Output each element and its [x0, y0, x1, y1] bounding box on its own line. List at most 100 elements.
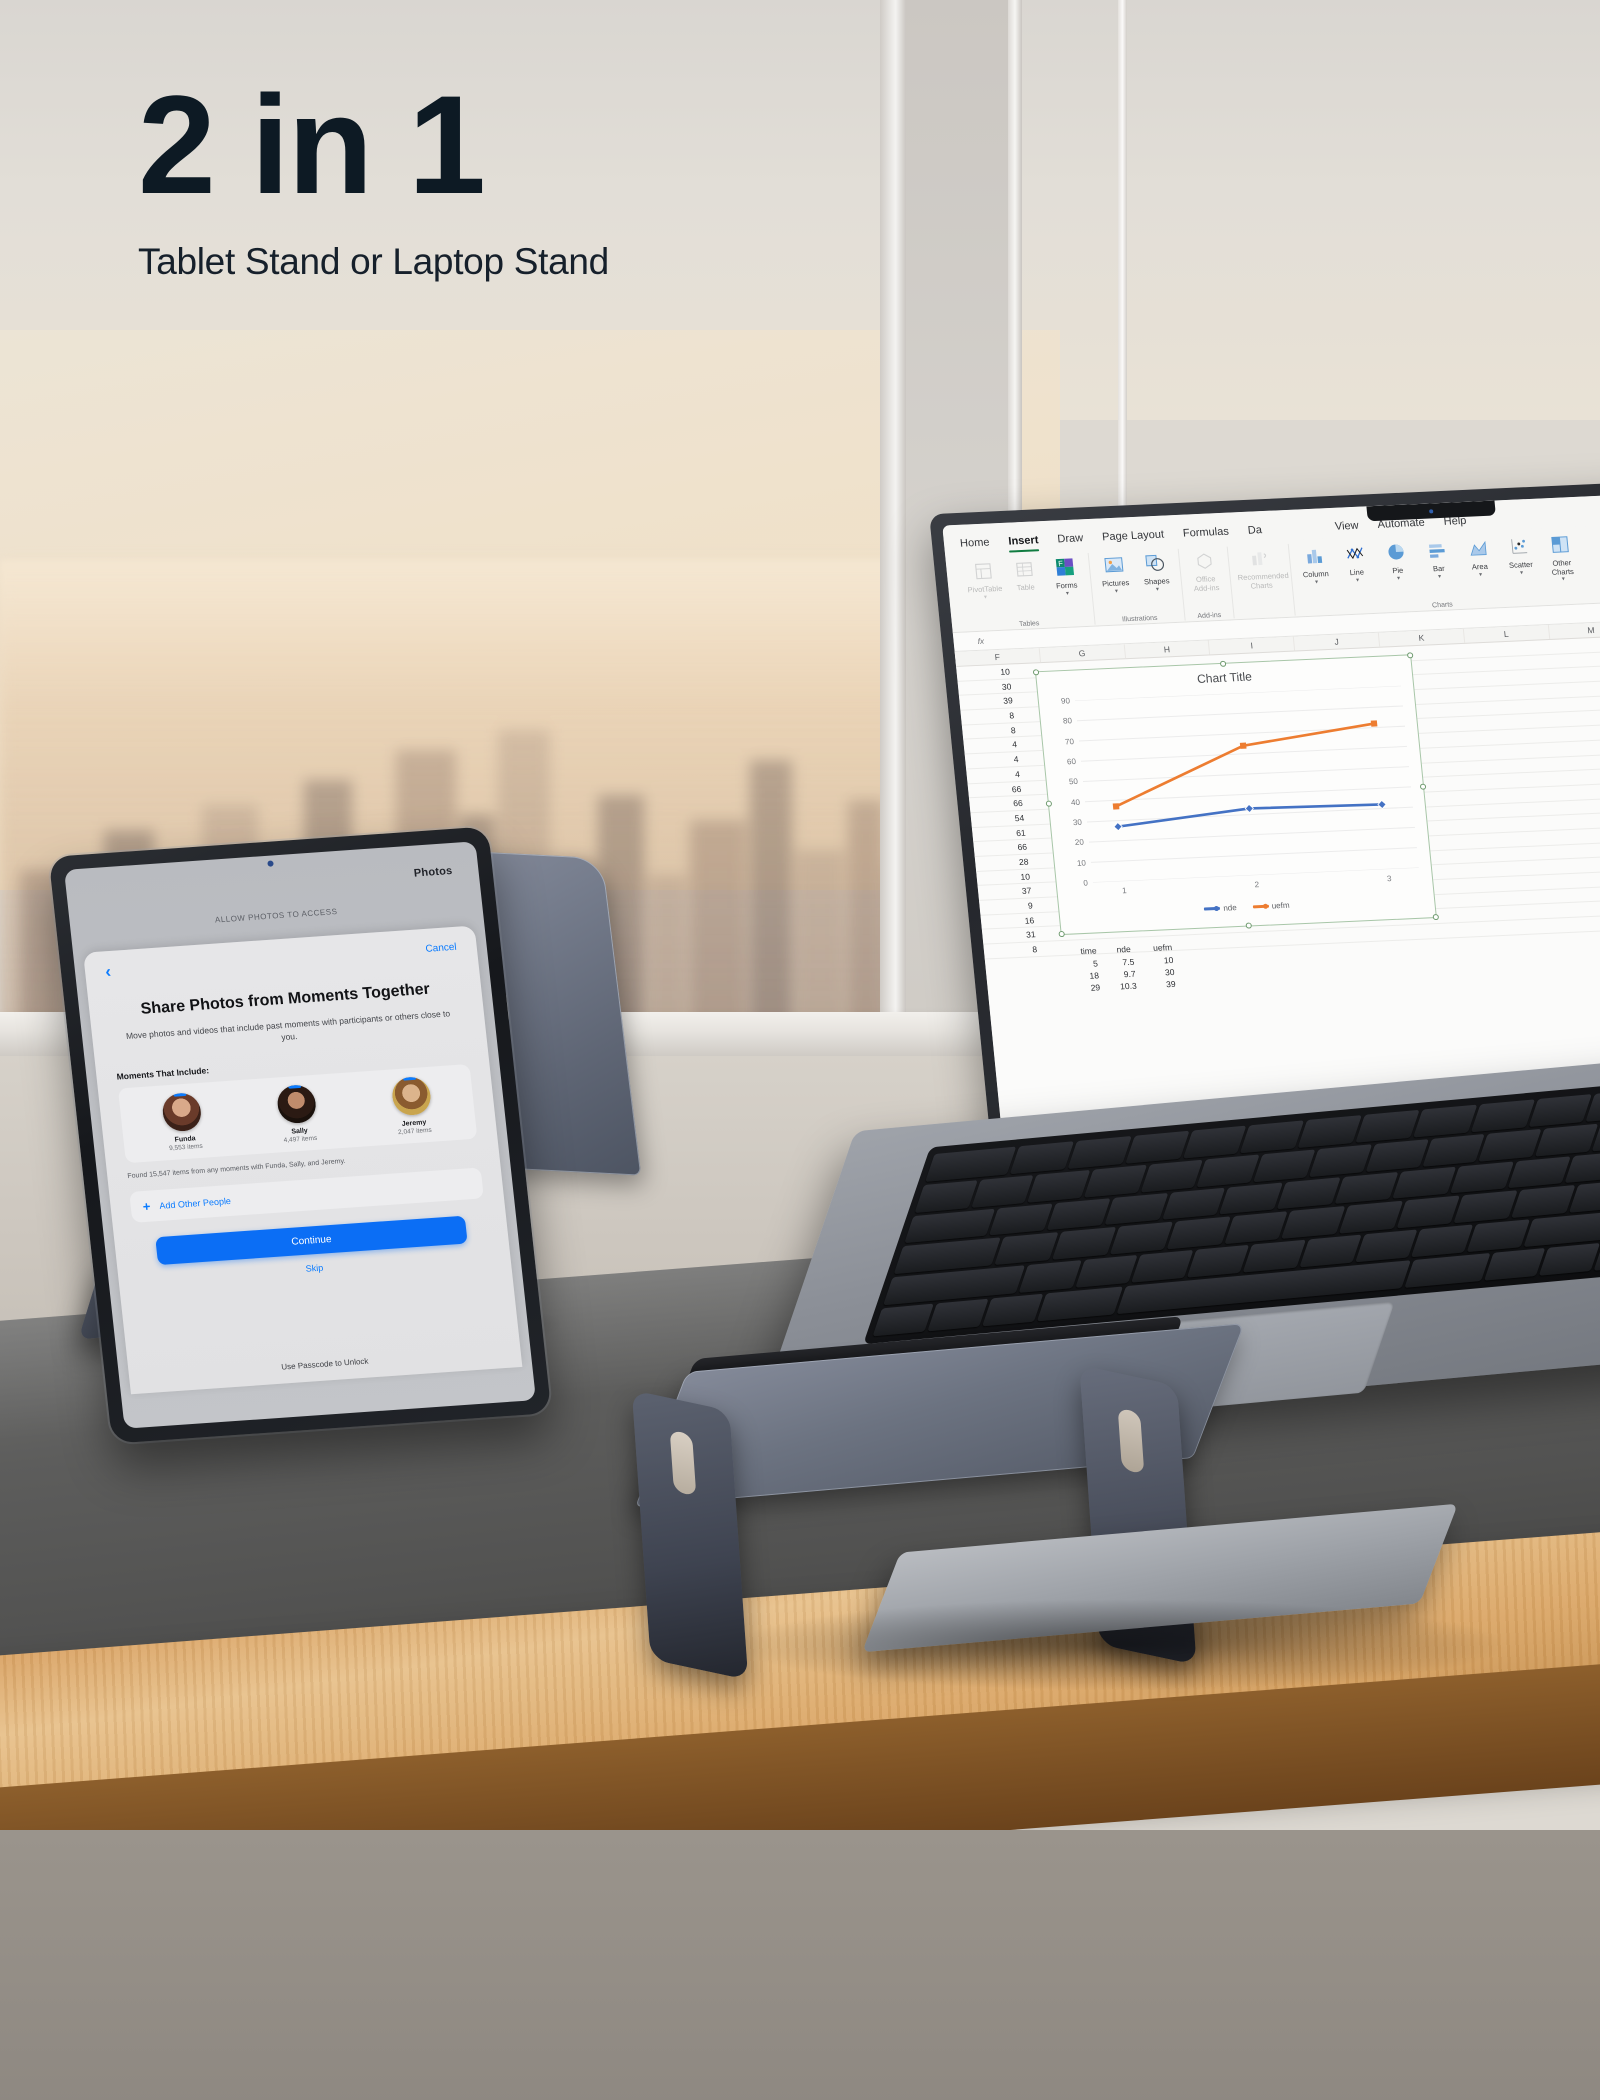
table-icon [1006, 555, 1043, 582]
y-axis-tick: 30 [1072, 817, 1083, 828]
forms-button[interactable]: F Forms ▾ [1047, 553, 1085, 597]
cell[interactable]: 8 [983, 942, 1046, 958]
wall-under-desk [0, 1830, 1600, 2100]
add-other-people-label: Add Other People [158, 1195, 232, 1211]
avatar [390, 1075, 433, 1117]
tab-draw[interactable]: Draw [1057, 532, 1084, 550]
pictures-label: Pictures [1101, 578, 1130, 589]
cell[interactable]: 39 [959, 693, 1022, 709]
legend-item-uefm[interactable]: uefm [1252, 901, 1290, 912]
tablet-screen: Photos ALLOW PHOTOS TO ACCESS ‹ Cancel S… [64, 841, 536, 1429]
x-axis-tick: 1 [1121, 886, 1127, 896]
legend-item-nde[interactable]: nde [1204, 903, 1237, 913]
ribbon-group-charts: Column ▾ Line ▾ Pie ▾ Bar ▾ Area ▾ Scatt… [1289, 531, 1590, 616]
pictures-button[interactable]: Pictures ▾ [1096, 551, 1134, 595]
chevron-left-icon[interactable]: ‹ [104, 962, 112, 981]
cell[interactable]: 39 [1152, 977, 1192, 991]
laptop-lid: Home Insert Draw Page Layout Formulas Da… [929, 468, 1600, 1142]
person-item[interactable]: Sally 4,497 items [265, 1083, 331, 1145]
excel-workspace: F G H I J K L M N O 10303988444666654616… [954, 608, 1600, 1131]
y-axis-tick: 90 [1060, 696, 1071, 706]
bar-chart-icon [1419, 536, 1456, 563]
tab-formulas[interactable]: Formulas [1182, 526, 1230, 545]
cell[interactable]: 16 [980, 913, 1043, 929]
pictures-icon [1096, 551, 1133, 578]
cell[interactable]: 10.3 [1116, 979, 1154, 993]
share-photos-sheet: ‹ Cancel Share Photos from Moments Toget… [83, 925, 523, 1395]
legend-label: nde [1222, 903, 1238, 913]
y-axis-tick: 50 [1068, 777, 1079, 787]
cell[interactable]: 4 [966, 766, 1029, 782]
area-chart-button[interactable]: Area ▾ [1460, 535, 1498, 579]
group-name-illustrations: Illustrations [1121, 614, 1158, 624]
pivot-table-button[interactable]: PivotTable ▾ [965, 557, 1003, 601]
cell[interactable]: 8 [962, 723, 1025, 739]
cancel-button[interactable]: Cancel [425, 942, 457, 955]
tab-insert[interactable]: Insert [1008, 534, 1040, 552]
line-chart-button[interactable]: Line ▾ [1337, 540, 1375, 584]
tab-data[interactable]: Da [1247, 524, 1263, 542]
pie-chart-button[interactable]: Pie ▾ [1378, 538, 1416, 582]
laptop-stand-leg-left [631, 1389, 749, 1681]
cell[interactable]: 9 [979, 898, 1042, 914]
cell[interactable]: 66 [968, 781, 1031, 797]
use-passcode-label: Use Passcode to Unlock [280, 1356, 369, 1372]
shapes-label: Shapes [1143, 576, 1170, 587]
cell[interactable]: 31 [982, 927, 1045, 943]
marketing-headline-block: 2 in 1 Tablet Stand or Laptop Stand [138, 75, 609, 283]
chart-legend[interactable]: nde uefm [1059, 894, 1434, 920]
y-axis-tick: 0 [1082, 878, 1089, 888]
cell[interactable]: 28 [975, 854, 1038, 870]
cell[interactable]: 29 [1079, 981, 1116, 995]
cell[interactable]: 4 [965, 752, 1028, 768]
y-axis-tick: 20 [1074, 837, 1085, 848]
cell[interactable]: 10 [956, 664, 1019, 680]
y-axis-tick: 10 [1076, 858, 1087, 868]
area-chart-icon [1460, 535, 1497, 562]
pivot-table-label: PivotTable [967, 583, 1003, 595]
other-charts-button[interactable]: Other Charts ▾ [1542, 531, 1581, 584]
recommended-charts-label: Recommended Charts [1237, 570, 1290, 591]
tab-view[interactable]: View [1334, 520, 1359, 538]
fx-icon: fx [977, 636, 985, 646]
cell[interactable]: 10 [976, 869, 1039, 885]
pie-chart-icon [1378, 538, 1415, 565]
cell[interactable]: 30 [958, 679, 1021, 695]
avatar [275, 1083, 318, 1125]
person-item[interactable]: Funda 9,553 items [150, 1091, 216, 1153]
table-button[interactable]: Table [1006, 555, 1044, 593]
spreadsheet-grid[interactable]: F G H I J K L M N O 10303988444666654616… [954, 613, 1600, 1131]
embedded-chart[interactable]: Chart Title 0 10 20 30 40 50 60 70 80 90 1 2 3 nde [1032, 652, 1440, 938]
recommended-charts-button[interactable]: Recommended Charts [1235, 544, 1290, 591]
tab-page-layout[interactable]: Page Layout [1102, 529, 1165, 549]
scatter-chart-icon [1501, 533, 1538, 560]
column-header[interactable]: M [1548, 621, 1600, 639]
cell[interactable]: 66 [969, 796, 1032, 812]
recommended-charts-icon [1235, 544, 1284, 572]
chart-series-svg [1074, 685, 1419, 884]
cell[interactable]: 66 [973, 840, 1036, 856]
bar-chart-button[interactable]: Bar ▾ [1419, 536, 1457, 580]
x-axis-tick: 2 [1254, 880, 1260, 890]
person-item[interactable]: Jeremy 2,047 items [379, 1075, 445, 1137]
tab-home[interactable]: Home [960, 536, 991, 554]
plus-icon: + [142, 1199, 152, 1215]
shapes-button[interactable]: Shapes ▾ [1137, 549, 1175, 593]
tablet-with-stand: Photos ALLOW PHOTOS TO ACCESS ‹ Cancel S… [48, 826, 642, 1460]
cell[interactable]: 61 [972, 825, 1035, 841]
cell[interactable]: 8 [960, 708, 1023, 724]
ribbon-group-recommended: Recommended Charts [1227, 543, 1296, 619]
office-addins-button[interactable]: Office Add-ins [1186, 547, 1224, 594]
cell[interactable]: 54 [970, 810, 1033, 826]
cell[interactable]: 37 [978, 883, 1041, 899]
pivot-table-icon [965, 557, 1002, 584]
laptop-with-stand: Home Insert Draw Page Layout Formulas Da… [620, 468, 1600, 1690]
ribbon-group-addins: Office Add-ins Add-ins [1178, 546, 1235, 621]
scatter-chart-button[interactable]: Scatter ▾ [1501, 533, 1539, 577]
page-title: 2 in 1 [138, 66, 486, 223]
column-chart-button[interactable]: Column ▾ [1296, 542, 1334, 586]
cell[interactable]: 4 [963, 737, 1026, 753]
column-chart-icon [1296, 542, 1333, 569]
other-charts-label: Other Charts [1551, 558, 1575, 577]
source-data-table[interactable]: time nde uefm 5 7.5 10 18 9.7 30 29 10.3… [1076, 941, 1192, 994]
